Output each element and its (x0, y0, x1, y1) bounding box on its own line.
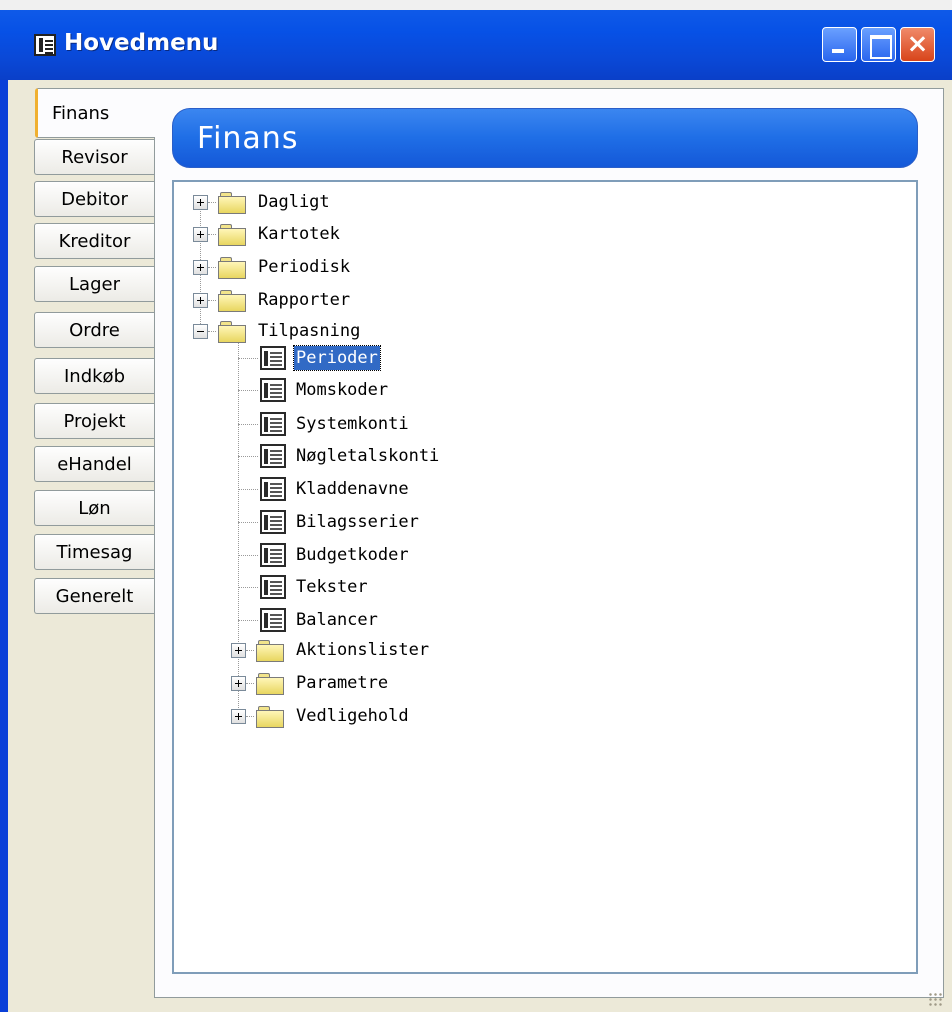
tree-item-rapporter[interactable]: Rapporter (256, 288, 352, 312)
close-button[interactable]: × (900, 27, 935, 62)
tab-timesag[interactable]: Timesag (34, 534, 154, 570)
tab-label: Lager (69, 273, 120, 295)
tab-finans[interactable]: Finans (35, 88, 155, 138)
tab-ehandel[interactable]: eHandel (34, 446, 154, 482)
tree-item-systemkonti[interactable]: Systemkonti (294, 412, 411, 436)
folder-icon (218, 290, 248, 312)
title-bar-top-edge (0, 0, 952, 10)
form-icon (260, 412, 286, 436)
tab-indkob[interactable]: Indkøb (34, 358, 154, 394)
tab-label: Kreditor (58, 230, 131, 252)
expand-icon[interactable] (193, 293, 208, 308)
tree-item-tilpasning[interactable]: Tilpasning (256, 319, 362, 343)
expand-icon[interactable] (231, 643, 246, 658)
tree-item-dagligt[interactable]: Dagligt (256, 190, 332, 214)
form-icon (260, 378, 286, 402)
tree-connector (208, 300, 216, 301)
tree-item-perioder[interactable]: Perioder (293, 345, 381, 371)
tree-connector (246, 650, 254, 651)
tab-revisor[interactable]: Revisor (34, 139, 154, 175)
tree-item-parametre[interactable]: Parametre (294, 671, 390, 695)
tab-label: Finans (52, 103, 110, 124)
tree-item-periodisk[interactable]: Periodisk (256, 255, 352, 279)
tab-ordre[interactable]: Ordre (34, 312, 154, 348)
folder-icon (256, 706, 286, 728)
folder-icon (218, 321, 248, 343)
section-header-title: Finans (197, 121, 299, 156)
form-icon (260, 444, 286, 468)
expand-icon[interactable] (193, 260, 208, 275)
tab-lager[interactable]: Lager (34, 266, 154, 302)
tab-generelt[interactable]: Generelt (34, 578, 154, 614)
tree-item-kartotek[interactable]: Kartotek (256, 222, 342, 246)
tab-label: Generelt (55, 585, 134, 607)
minimize-button[interactable] (822, 27, 857, 62)
window-title: Hovedmenu (64, 30, 219, 56)
tree-connector (238, 522, 258, 523)
tab-debitor[interactable]: Debitor (34, 181, 154, 217)
tree-connector (208, 267, 216, 268)
tree-item-vedligehold[interactable]: Vedligehold (294, 704, 411, 728)
tree-item-tekster[interactable]: Tekster (294, 575, 370, 599)
tree-connector (238, 620, 258, 621)
tree-connector (238, 358, 258, 359)
title-bar[interactable]: Hovedmenu × (0, 0, 952, 80)
tree-container: Dagligt Kartotek Periodisk Rapporter Til… (174, 182, 916, 972)
tab-kreditor[interactable]: Kreditor (34, 223, 154, 259)
tree-connector (238, 489, 258, 490)
tree-item-aktionslister[interactable]: Aktionslister (294, 638, 431, 662)
form-icon (260, 543, 286, 567)
expand-icon[interactable] (231, 709, 246, 724)
tree-item-bilagsserier[interactable]: Bilagsserier (294, 510, 421, 534)
tab-label: Projekt (63, 410, 126, 432)
tree-connector (246, 683, 254, 684)
tree-item-budgetkoder[interactable]: Budgetkoder (294, 543, 411, 567)
tree-connector (208, 202, 216, 203)
form-icon (260, 608, 286, 632)
folder-icon (218, 192, 248, 214)
tree-connector (238, 456, 258, 457)
tab-label: Ordre (69, 319, 120, 341)
form-icon (260, 346, 286, 370)
tab-label: Løn (78, 497, 111, 519)
tree-item-kladdenavne[interactable]: Kladdenavne (294, 477, 411, 501)
close-icon: × (906, 29, 929, 59)
tree-connector (238, 555, 258, 556)
tree-connector (208, 234, 216, 235)
resize-grip-icon[interactable] (928, 992, 942, 1006)
tab-projekt[interactable]: Projekt (34, 403, 154, 439)
tree-connector (246, 716, 254, 717)
window-menu-icon[interactable] (34, 34, 56, 56)
section-header: Finans (172, 108, 918, 168)
menu-tree[interactable]: Dagligt Kartotek Periodisk Rapporter Til… (172, 180, 918, 974)
folder-icon (256, 640, 286, 662)
form-icon (260, 510, 286, 534)
expand-icon[interactable] (231, 676, 246, 691)
tree-connector (238, 338, 239, 720)
tree-connector (238, 424, 258, 425)
form-icon (260, 575, 286, 599)
expand-icon[interactable] (193, 227, 208, 242)
collapse-icon[interactable] (193, 324, 208, 339)
tab-label: Timesag (56, 541, 133, 563)
tree-connector (238, 390, 258, 391)
expand-icon[interactable] (193, 195, 208, 210)
form-icon (260, 477, 286, 501)
main-window: Hovedmenu × Finans Revisor Debitor Kredi… (0, 0, 952, 1012)
tree-item-nogletalskonti[interactable]: Nøgletalskonti (294, 444, 441, 468)
tree-connector (208, 331, 216, 332)
tab-label: eHandel (57, 453, 132, 475)
tree-item-momskoder[interactable]: Momskoder (294, 378, 390, 402)
folder-icon (256, 673, 286, 695)
tab-label: Revisor (61, 146, 128, 168)
folder-icon (218, 224, 248, 246)
tab-lon[interactable]: Løn (34, 490, 154, 526)
maximize-button[interactable] (861, 27, 896, 62)
tree-item-balancer[interactable]: Balancer (294, 608, 380, 632)
tab-label: Indkøb (63, 365, 125, 387)
tab-label: Debitor (61, 188, 128, 210)
tree-connector (238, 587, 258, 588)
folder-icon (218, 257, 248, 279)
